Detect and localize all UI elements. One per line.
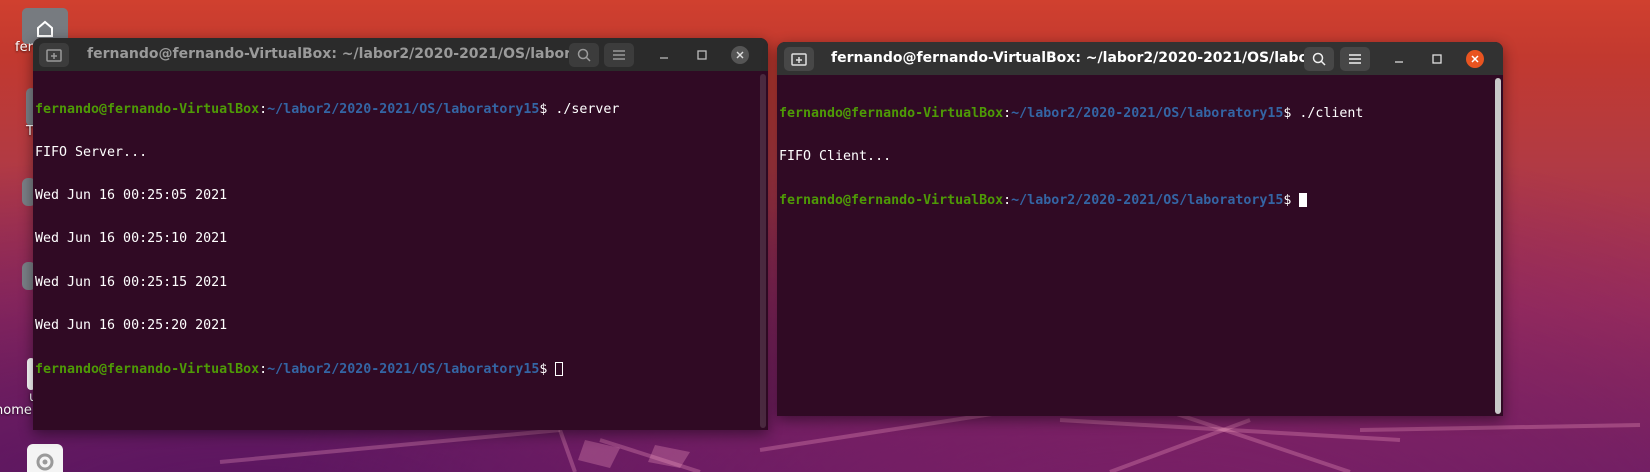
terminal-line: FIFO Client... xyxy=(779,149,892,165)
terminal-line: fernando@fernando-VirtualBox:~/labor2/20… xyxy=(35,101,758,117)
close-icon[interactable] xyxy=(1466,50,1484,68)
search-icon[interactable] xyxy=(1304,47,1334,71)
prompt-user: fernando@fernando-VirtualBox xyxy=(35,101,260,117)
client-titlebar[interactable]: fernando@fernando-VirtualBox: ~/labor2/2… xyxy=(777,42,1503,75)
minimize-icon[interactable] xyxy=(1390,50,1408,68)
server-titlebar[interactable]: fernando@fernando-VirtualBox: ~/labor2/2… xyxy=(33,38,768,71)
hamburger-menu-icon[interactable] xyxy=(604,43,634,67)
terminal-window-client[interactable]: fernando@fernando-VirtualBox: ~/labor2/2… xyxy=(777,42,1503,416)
prompt-user: fernando@fernando-VirtualBox xyxy=(35,362,260,378)
minimize-icon[interactable] xyxy=(655,46,673,64)
server-terminal-output[interactable]: fernando@fernando-VirtualBox:~/labor2/20… xyxy=(33,71,758,430)
prompt-path: ~/labor2/2020-2021/OS/laboratory15 xyxy=(1011,193,1284,209)
client-window-title: fernando@fernando-VirtualBox: ~/labor2/2… xyxy=(831,50,1329,66)
terminal-line: fernando@fernando-VirtualBox:~/labor2/20… xyxy=(779,193,1493,209)
new-tab-icon[interactable] xyxy=(784,47,814,71)
close-icon[interactable] xyxy=(731,46,749,64)
home-folder-label: fer xyxy=(15,40,33,55)
prompt-sep: : xyxy=(1003,193,1012,209)
command-text: $ xyxy=(539,362,556,378)
terminal-line: FIFO Server... xyxy=(35,145,148,161)
prompt-sep: : xyxy=(259,101,268,117)
command-text: $ xyxy=(1283,193,1300,209)
maximize-icon[interactable] xyxy=(693,46,711,64)
client-scrollbar[interactable] xyxy=(1495,78,1501,414)
prompt-path: ~/labor2/2020-2021/OS/laboratory15 xyxy=(1011,105,1284,121)
search-icon[interactable] xyxy=(569,43,599,67)
terminal-line: fernando@fernando-VirtualBox:~/labor2/20… xyxy=(779,105,1493,121)
terminal-line: fernando@fernando-VirtualBox:~/labor2/20… xyxy=(35,362,758,378)
text-cursor xyxy=(555,362,564,377)
terminal-line: Wed Jun 16 00:25:10 2021 xyxy=(35,231,228,247)
terminal-line: Wed Jun 16 00:25:05 2021 xyxy=(35,188,228,204)
server-window-title: fernando@fernando-VirtualBox: ~/labor2/2… xyxy=(87,46,587,62)
prompt-user: fernando@fernando-VirtualBox xyxy=(779,193,1004,209)
text-cursor xyxy=(1299,193,1308,208)
prompt-user: fernando@fernando-VirtualBox xyxy=(779,105,1004,121)
terminal-line: Wed Jun 16 00:25:20 2021 xyxy=(35,317,228,333)
new-tab-icon[interactable] xyxy=(39,43,69,67)
client-terminal-output[interactable]: fernando@fernando-VirtualBox:~/labor2/20… xyxy=(777,75,1493,416)
terminal-window-server[interactable]: fernando@fernando-VirtualBox: ~/labor2/2… xyxy=(33,38,768,430)
file-label-5-home: home xyxy=(0,403,32,418)
server-scrollbar[interactable] xyxy=(760,74,766,428)
prompt-sep: : xyxy=(1003,105,1012,121)
prompt-sep: : xyxy=(259,362,268,378)
hamburger-menu-icon[interactable] xyxy=(1340,47,1370,71)
terminal-line: Wed Jun 16 00:25:15 2021 xyxy=(35,274,228,290)
maximize-icon[interactable] xyxy=(1428,50,1446,68)
prompt-path: ~/labor2/2020-2021/OS/laboratory15 xyxy=(267,362,540,378)
settings-app-icon[interactable] xyxy=(27,444,63,472)
command-text: $ ./client xyxy=(1283,105,1364,121)
command-text: $ ./server xyxy=(539,101,620,117)
prompt-path: ~/labor2/2020-2021/OS/laboratory15 xyxy=(267,101,540,117)
